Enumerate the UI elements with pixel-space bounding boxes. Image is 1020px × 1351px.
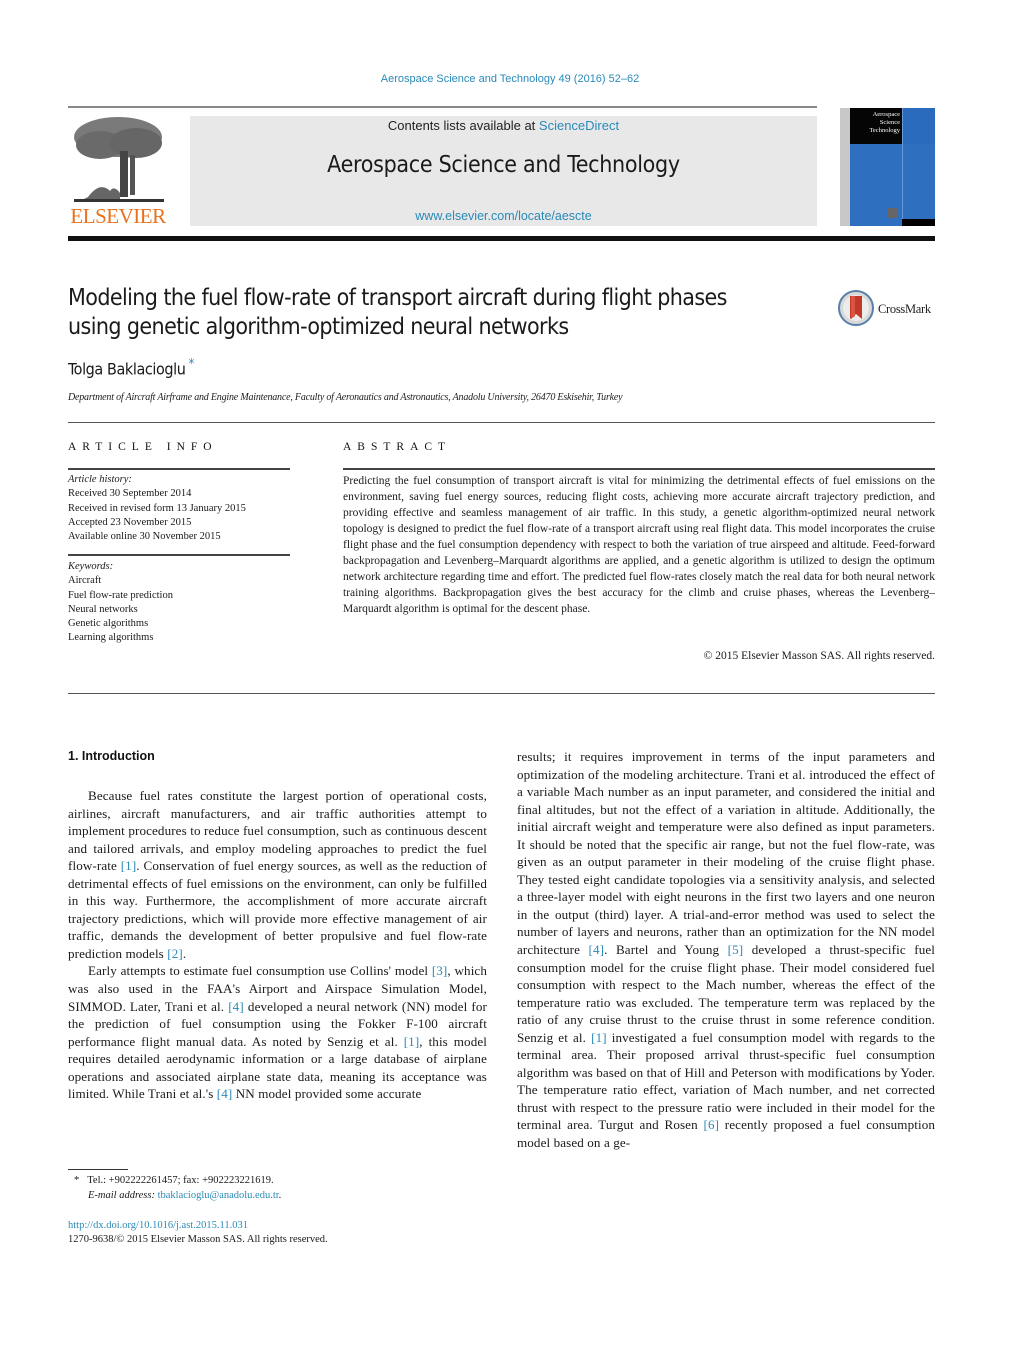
cover-spine <box>840 108 850 226</box>
citation-link[interactable]: [6] <box>703 1117 719 1132</box>
sciencedirect-link[interactable]: ScienceDirect <box>539 118 619 133</box>
abstract-bottom-divider <box>68 693 935 694</box>
text-run: . Bartel and Young <box>604 942 728 958</box>
contents-prefix: Contents lists available at <box>387 118 539 133</box>
journal-homepage-link[interactable]: www.elsevier.com/locate/aescte <box>190 209 817 223</box>
journal-reference[interactable]: Aerospace Science and Technology 49 (201… <box>0 73 1020 85</box>
citation-link[interactable]: [4] <box>217 1086 233 1101</box>
top-divider <box>68 106 817 108</box>
abstract-text: Predicting the fuel consumption of trans… <box>343 475 935 615</box>
history-item: Available online 30 November 2015 <box>68 531 221 543</box>
cover-bottom-black <box>902 219 935 226</box>
author-line: Tolga Baklacioglu * <box>68 357 194 378</box>
keyword-item: Learning algorithms <box>68 632 154 644</box>
journal-masthead: Contents lists available at ScienceDirec… <box>190 116 817 226</box>
text-run: results; it requires improvement in term… <box>517 749 935 958</box>
body-paragraph: Because fuel rates constitute the larges… <box>68 787 487 962</box>
keywords-block: Keywords: Aircraft Fuel flow-rate predic… <box>68 560 290 646</box>
article-title: Modeling the fuel flow-rate of transport… <box>68 284 808 342</box>
keyword-item: Genetic algorithms <box>68 618 149 630</box>
abstract-copyright: © 2015 Elsevier Masson SAS. All rights r… <box>703 650 935 662</box>
cover-title-line: Aerospace <box>872 111 900 118</box>
journal-title: Aerospace Science and Technology <box>327 152 680 178</box>
citation-link[interactable]: [5] <box>728 942 744 957</box>
text-run: Early attempts to estimate fuel consumpt… <box>88 963 432 979</box>
email-suffix: . <box>278 1190 282 1201</box>
doi-link[interactable]: http://dx.doi.org/10.1016/j.ast.2015.11.… <box>68 1219 328 1233</box>
abstract-divider <box>343 468 935 470</box>
cover-title-block: Aerospace Science Technology <box>850 108 902 144</box>
keyword-item: Aircraft <box>68 575 102 587</box>
crossmark-badge[interactable]: CrossMark <box>838 290 938 330</box>
article-info-divider <box>68 468 290 470</box>
citation-link[interactable]: [1] <box>591 1030 607 1045</box>
footnote-marker: * <box>74 1175 80 1186</box>
author-affiliation: Department of Aircraft Airframe and Engi… <box>68 392 623 403</box>
cover-elsevier-emblem-icon <box>888 208 898 218</box>
history-item: Received in revised form 13 January 2015 <box>68 502 246 514</box>
keyword-item: Fuel flow-rate prediction <box>68 589 173 601</box>
header-heavy-divider <box>68 236 935 241</box>
article-title-line: using genetic algorithm-optimized neural… <box>68 314 569 340</box>
footnote-contact-text: Tel.: +902222261457; fax: +902223221619. <box>87 1175 274 1186</box>
journal-cover-thumbnail[interactable]: Aerospace Science Technology <box>840 106 935 226</box>
email-label: E-mail address: <box>88 1190 158 1201</box>
email-link[interactable]: tbaklacioglu@anadolu.edu.tr <box>158 1190 279 1201</box>
crossmark-label: CrossMark <box>878 302 931 316</box>
abstract-heading: ABSTRACT <box>343 441 452 453</box>
keywords-label: Keywords: <box>68 561 114 572</box>
crossmark-icon <box>838 290 874 326</box>
article-history: Article history: Received 30 September 2… <box>68 473 290 544</box>
citation-link[interactable]: [4] <box>228 999 244 1014</box>
footnote-divider <box>68 1169 128 1170</box>
history-item: Accepted 23 November 2015 <box>68 516 192 528</box>
cover-blue-panel <box>902 108 935 144</box>
issn-copyright: 1270-9638/© 2015 Elsevier Masson SAS. Al… <box>68 1234 328 1245</box>
contents-available-line: Contents lists available at ScienceDirec… <box>190 118 817 133</box>
article-info-heading: ARTICLE INFO <box>68 441 218 453</box>
cover-divider <box>902 108 903 219</box>
author-name[interactable]: Tolga Baklacioglu <box>68 359 186 378</box>
body-column-left: Because fuel rates constitute the larges… <box>68 787 487 1103</box>
article-history-label: Article history: <box>68 474 132 485</box>
body-column-right: results; it requires improvement in term… <box>517 748 935 1152</box>
keyword-item: Neural networks <box>68 603 138 615</box>
cover-title-line: Technology <box>869 127 900 134</box>
elsevier-wordmark: ELSEVIER <box>70 204 166 228</box>
elsevier-tree-icon <box>74 117 164 202</box>
history-item: Received 30 September 2014 <box>68 488 192 500</box>
section-heading-introduction: 1. Introduction <box>68 749 155 763</box>
text-run: . Conservation of fuel energy sources, a… <box>68 858 487 961</box>
footnote-contact: * Tel.: +902222261457; fax: +902223221619… <box>74 1175 274 1186</box>
body-paragraph: Early attempts to estimate fuel consumpt… <box>68 962 487 1102</box>
citation-link[interactable]: [1] <box>404 1034 420 1049</box>
text-run: . <box>182 945 187 961</box>
body-paragraph: results; it requires improvement in term… <box>517 748 935 1152</box>
elsevier-logo[interactable]: ELSEVIER <box>68 115 168 228</box>
text-run: NN model provided some accurate <box>232 1086 422 1102</box>
doi-block: http://dx.doi.org/10.1016/j.ast.2015.11.… <box>68 1219 328 1247</box>
affiliation-divider <box>68 422 935 423</box>
cover-title-line: Science <box>879 119 900 126</box>
citation-link[interactable]: [3] <box>432 963 448 978</box>
corresponding-author-marker[interactable]: * <box>188 357 194 372</box>
article-title-line: Modeling the fuel flow-rate of transport… <box>68 285 727 311</box>
keywords-divider <box>68 554 290 556</box>
citation-link[interactable]: [2] <box>167 946 183 961</box>
citation-link[interactable]: [4] <box>589 942 605 957</box>
footnote-email: E-mail address: tbaklacioglu@anadolu.edu… <box>88 1190 281 1201</box>
citation-link[interactable]: [1] <box>121 858 137 873</box>
